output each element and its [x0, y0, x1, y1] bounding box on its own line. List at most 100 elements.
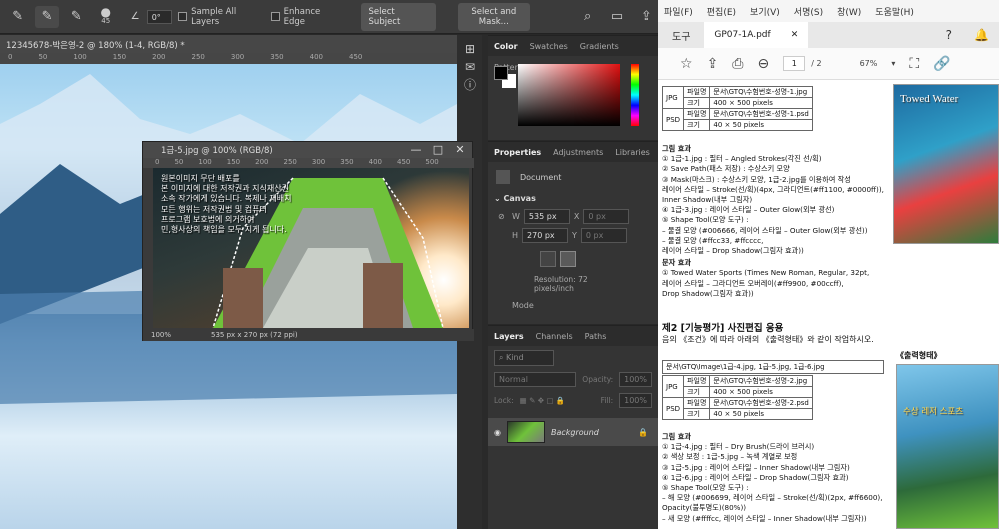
table-cell: 크기 — [683, 386, 711, 398]
fill-input[interactable]: 100% — [619, 393, 652, 408]
visibility-eye-icon[interactable]: ◉ — [494, 428, 501, 437]
bell-icon[interactable]: 🔔 — [974, 28, 989, 42]
effect-line: Opacity(불투명도)(80%)) — [662, 503, 747, 513]
color-field[interactable] — [518, 64, 620, 126]
table-cell: 문서\GTQ\수험번호-성명-1.jpg — [709, 86, 813, 98]
lock-row: Lock: ▦ ✎ ✥ ▢ 🔒 Fill: 100% — [488, 389, 658, 412]
tab-color[interactable]: Color — [488, 36, 524, 57]
x-input[interactable]: 0 px — [583, 209, 630, 224]
tab-paths[interactable]: Paths — [579, 326, 613, 347]
effect-line: 그림 효과 — [662, 144, 691, 153]
ruler-tick: 500 — [425, 158, 439, 166]
history-icon[interactable]: ⊞ — [458, 40, 482, 58]
maximize-icon[interactable]: □ — [427, 142, 449, 158]
layer-lock-icon: 🔒 — [638, 427, 648, 437]
sample-all-layers-checkbox[interactable]: Sample All Layers — [178, 7, 265, 27]
effect-line: ③ 1급-5.jpg : 레이어 스타일 – Inner Shadow(내부 그… — [662, 462, 850, 472]
select-and-mask-button[interactable]: Select and Mask... — [457, 2, 530, 31]
page-number-input[interactable]: 1 — [783, 56, 806, 71]
kind-filter[interactable]: ⌕ Kind — [494, 350, 554, 366]
layer-row-background[interactable]: ◉ Background 🔒 — [488, 418, 658, 446]
link-icon[interactable]: 🔗 — [933, 56, 950, 72]
chevron-down-icon[interactable]: ▾ — [891, 59, 895, 68]
brush-preset-picker[interactable]: ● 45 — [94, 6, 117, 28]
color-panel-tabs: Color Swatches GradientsPatterns — [488, 36, 658, 72]
tab-swatches[interactable]: Swatches — [524, 36, 574, 57]
page-total: / 2 — [811, 59, 822, 68]
menu-sign[interactable]: 서명(S) — [794, 5, 823, 18]
select-subject-button[interactable]: Select Subject — [360, 2, 436, 31]
quick-selection-add-icon[interactable]: ✎ — [35, 5, 59, 28]
lock-label: Lock: — [494, 396, 514, 405]
tab-close-icon[interactable]: ✕ — [791, 30, 799, 40]
effect-line: Inner Shadow(내부 그림자) — [662, 195, 753, 205]
tab-layers[interactable]: Layers — [488, 326, 530, 347]
float-status-bar: 100% 535 px x 270 px (72 ppi) — [143, 329, 474, 341]
portrait-icon[interactable] — [540, 251, 556, 267]
lock-icons[interactable]: ▦ ✎ ✥ ▢ 🔒 — [520, 396, 595, 405]
zoom-select[interactable]: 67% — [860, 59, 878, 68]
y-input[interactable]: 0 px — [580, 228, 627, 243]
height-input[interactable]: 270 px — [522, 228, 569, 243]
landscape-icon[interactable] — [560, 251, 576, 267]
table-cell: 파일명 — [683, 86, 711, 98]
print-icon[interactable]: ⎙ — [732, 56, 743, 72]
tab-properties[interactable]: Properties — [488, 142, 547, 163]
effect-line: – 물결 모양 (#006666, 레이어 스타일 – Outer Glow(외… — [662, 225, 868, 235]
section-2-instruction: 음의 《조건》에 따라 아래의 《출력형태》와 같이 작업하시오. — [662, 335, 874, 344]
tab-tools[interactable]: 도구 — [658, 28, 704, 43]
quick-selection-subtract-icon[interactable]: ✎ — [65, 6, 88, 28]
floating-document-window[interactable]: 1급-5.jpg @ 100% (RGB/8) — □ ✕ 0 50 100 150 2… — [142, 141, 474, 341]
menu-window[interactable]: 창(W) — [837, 5, 861, 18]
minimize-icon[interactable]: — — [405, 142, 427, 158]
tab-channels[interactable]: Channels — [530, 326, 579, 347]
format-psd: PSD — [661, 108, 685, 131]
pdf-page[interactable]: JPG 파일명 문서\GTQ\수험번호-성명-1.jpg 크기 400 × 500 p… — [658, 80, 999, 529]
layer-name: Background — [550, 427, 599, 437]
quick-selection-tool-icon[interactable]: ✎ — [6, 6, 29, 28]
angle-input[interactable]: 0° — [146, 9, 173, 24]
link-icon[interactable]: ⊘ — [498, 212, 508, 221]
ruler-tick: 0 — [155, 158, 160, 166]
effect-line: 레이어 스타일 – Drop Shadow(그림자 효과)) — [662, 246, 804, 256]
blend-row: Normal Opacity: 100% — [488, 370, 658, 389]
menu-view[interactable]: 보기(V) — [750, 5, 780, 18]
share-icon[interactable]: ⇪ — [635, 6, 658, 28]
foreground-color-swatch[interactable] — [494, 66, 508, 80]
table-cell: 문서\GTQ\수험번호-성명-2.jpg — [709, 375, 813, 387]
help-icon[interactable]: ? — [946, 28, 952, 42]
watermark-overlay: 원본이미지 무단 배포를 본 이미지에 대한 저작권과 지식재산권 소속 작가에… — [161, 174, 291, 235]
overlay-line: 모든 행위는 저작권법 및 컴퓨터 — [161, 204, 267, 214]
hue-slider[interactable] — [631, 64, 639, 126]
zoom-out-icon[interactable]: ⊖ — [758, 56, 770, 72]
h-label: H — [512, 231, 519, 240]
fit-page-icon[interactable]: ⛶ — [909, 56, 919, 72]
float-zoom[interactable]: 100% — [151, 331, 171, 339]
upload-icon[interactable]: ⇪ — [707, 56, 719, 72]
comment-icon[interactable]: ✉ — [458, 58, 482, 76]
opacity-input[interactable]: 100% — [619, 372, 652, 387]
menu-file[interactable]: 파일(F) — [664, 5, 693, 18]
blend-mode-select[interactable]: Normal — [494, 372, 577, 387]
info-icon[interactable]: ⓘ — [458, 76, 482, 94]
kayak-image[interactable]: 원본이미지 무단 배포를 본 이미지에 대한 저작권과 지식재산권 소속 작가에… — [153, 168, 469, 328]
table-cell: 크기 — [683, 408, 711, 420]
search-icon[interactable]: ⌕ — [576, 6, 599, 28]
close-icon[interactable]: ✕ — [449, 142, 471, 158]
menu-help[interactable]: 도움말(H) — [875, 5, 914, 18]
properties-tabs: Properties Adjustments Libraries — [488, 142, 658, 162]
tab-document[interactable]: GP07-1A.pdf ✕ — [704, 22, 809, 48]
menu-edit[interactable]: 편집(E) — [707, 5, 736, 18]
tab-gradients[interactable]: Gradients — [574, 36, 625, 57]
effect-line: ② Save Path(패스 저장) : 수상스키 모양 — [662, 164, 790, 174]
tab-adjustments[interactable]: Adjustments — [547, 142, 609, 163]
enhance-edge-checkbox[interactable]: Enhance Edge — [270, 7, 343, 27]
workspace-icon[interactable]: ▭ — [605, 6, 628, 28]
tab-libraries[interactable]: Libraries — [609, 142, 656, 163]
document-tab[interactable]: 12345678-박은영-2 @ 180% (1-4, RGB/8) * — [0, 35, 460, 53]
pdf-menu-bar: 파일(F) 편집(E) 보기(V) 서명(S) 창(W) 도움말(H) — [658, 0, 999, 22]
properties-panel: Properties Adjustments Libraries Document … — [488, 141, 658, 324]
width-input[interactable]: 535 px — [523, 209, 570, 224]
effects-list-2: 그림 효과 ① 1급-4.jpg : 필터 – Dry Brush(드라이 브러… — [662, 432, 883, 524]
bookmark-star-icon[interactable]: ☆ — [680, 56, 693, 72]
